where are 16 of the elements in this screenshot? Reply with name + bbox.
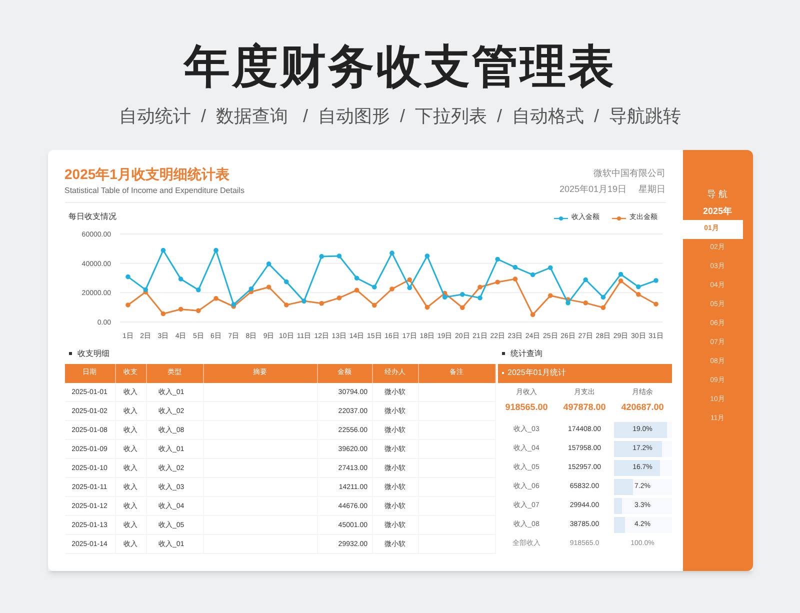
section-title: 统计查询 [510, 348, 542, 360]
summary-value: 420687.00 [620, 400, 665, 414]
report-date: 2025年01月19日 [559, 183, 626, 196]
nav-title: 导 航 [706, 188, 729, 201]
summary-value: 497878.00 [562, 400, 607, 414]
summary-value: 918565.00 [504, 400, 549, 414]
weekday: 星期日 [638, 183, 666, 196]
stats-title: 2025年01月统计 [508, 367, 566, 379]
nav-year: 2025年 [702, 205, 734, 218]
page-title: 年度财务收支管理表 [184, 39, 616, 94]
sheet-title: 2025年1月收支明细统计表 [64, 165, 230, 184]
feature-list: 自动统计 / 数据查询 / 自动图形 / 下拉列表 / 自动格式 / 导航跳转 [118, 104, 682, 128]
company-name: 微软中国有限公司 [594, 167, 666, 180]
section-title: 收支明细 [78, 348, 110, 360]
sheet-subtitle: Statistical Table of Income and Expenditure Details [64, 185, 244, 197]
chart-title: 每日收支情况 [68, 211, 116, 223]
